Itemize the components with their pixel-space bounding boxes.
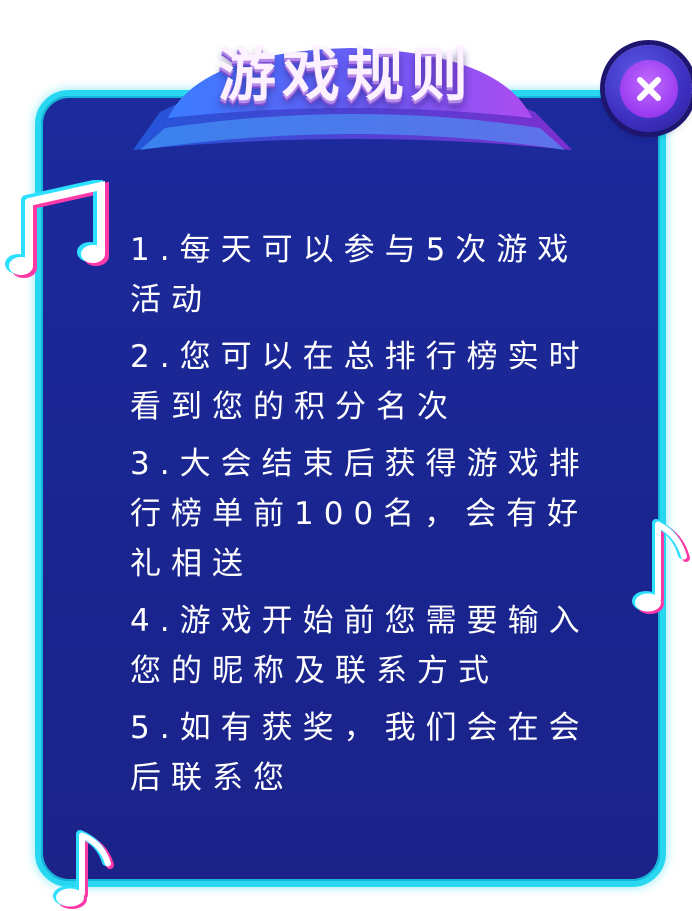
close-icon xyxy=(636,76,661,101)
rule-item: 3.大会结束后获得游戏排行榜单前100名，会有好礼相送 xyxy=(130,446,590,582)
rule-item: 2.您可以在总排行榜实时看到您的积分名次 xyxy=(130,339,590,425)
rules-list: 1.每天可以参与5次游戏活动 2.您可以在总排行榜实时看到您的积分名次 3.大会… xyxy=(130,225,610,810)
page-title: 游戏规则 xyxy=(217,41,474,109)
rule-item: 1.每天可以参与5次游戏活动 xyxy=(130,232,579,318)
rule-item: 4.游戏开始前您需要输入您的昵称及联系方式 xyxy=(130,603,590,689)
music-note-icon xyxy=(53,830,114,909)
rule-item: 5.如有获奖，我们会在会后联系您 xyxy=(130,710,590,796)
close-button-inner[interactable] xyxy=(619,59,678,118)
close-button[interactable] xyxy=(605,45,692,132)
music-note-icon xyxy=(632,519,690,614)
music-note-icon xyxy=(5,180,109,278)
